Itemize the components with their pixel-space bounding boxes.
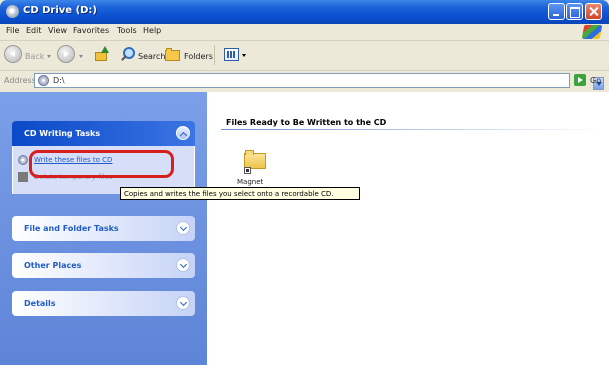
menu-bar: File Edit View Favorites Tools Help — [0, 24, 609, 41]
cd-writing-tasks-header[interactable]: CD Writing Tasks — [12, 121, 195, 146]
forward-arrow-icon[interactable] — [57, 45, 75, 63]
menu-favorites[interactable]: Favorites — [73, 26, 109, 35]
cd-drive-icon — [38, 75, 49, 86]
menu-help[interactable]: Help — [143, 26, 161, 35]
pending-write-icon — [244, 167, 251, 174]
menu-view[interactable]: View — [48, 26, 67, 35]
tooltip: Copies and writes the files you select o… — [120, 187, 360, 200]
back-dropdown-icon[interactable] — [47, 55, 51, 58]
expand-chevron-icon[interactable] — [176, 258, 190, 272]
highlight-annotation — [29, 150, 174, 178]
file-folder-tasks-header[interactable]: File and Folder Tasks — [12, 216, 195, 241]
title-bar[interactable]: CD Drive (D:) — [0, 0, 609, 24]
minimize-button[interactable] — [548, 3, 565, 20]
other-places-header[interactable]: Other Places — [12, 253, 195, 278]
menu-edit[interactable]: Edit — [26, 26, 42, 35]
folder-icon[interactable] — [244, 149, 266, 169]
go-button-label[interactable]: Go — [590, 76, 601, 85]
explorer-window: CD Drive (D:) File Edit View Favorites T… — [0, 0, 609, 365]
folders-icon[interactable] — [165, 47, 181, 61]
windows-logo-icon — [581, 25, 603, 39]
window-title: CD Drive (D:) — [23, 5, 98, 16]
views-icon[interactable] — [224, 48, 239, 61]
up-folder-icon[interactable] — [95, 46, 109, 61]
expand-chevron-icon[interactable] — [176, 221, 190, 235]
collapse-chevron-icon[interactable] — [176, 126, 190, 140]
folders-button-label[interactable]: Folders — [184, 52, 213, 61]
details-title: Details — [24, 299, 56, 308]
address-bar: Address D:\ Go — [0, 71, 609, 91]
menu-file[interactable]: File — [6, 26, 19, 35]
file-list-pane[interactable]: Files Ready to Be Written to the CD Magn… — [207, 92, 609, 365]
search-icon[interactable] — [119, 47, 135, 61]
file-name[interactable]: Magnet — [237, 178, 263, 186]
views-dropdown-icon[interactable] — [242, 54, 246, 57]
group-header: Files Ready to Be Written to the CD — [226, 118, 387, 127]
file-folder-tasks-title: File and Folder Tasks — [24, 224, 119, 233]
toolbar-separator — [214, 45, 215, 65]
toolbar: Back Search Folders — [0, 41, 609, 71]
expand-chevron-icon[interactable] — [176, 296, 190, 310]
cd-writing-tasks-title: CD Writing Tasks — [24, 129, 101, 138]
cd-drive-icon — [6, 5, 19, 18]
address-field[interactable]: D:\ — [34, 73, 604, 90]
task-pane: CD Writing Tasks Write these files to CD… — [0, 92, 207, 365]
menu-tools[interactable]: Tools — [117, 26, 137, 35]
delete-temp-files-icon — [18, 172, 28, 182]
maximize-button[interactable] — [566, 3, 583, 20]
back-arrow-icon[interactable] — [4, 45, 22, 63]
back-button-label[interactable]: Back — [25, 52, 44, 61]
close-button[interactable] — [585, 3, 602, 20]
details-header[interactable]: Details — [12, 291, 195, 316]
address-value[interactable]: D:\ — [53, 76, 65, 85]
forward-dropdown-icon[interactable] — [79, 55, 83, 58]
address-label: Address — [4, 76, 36, 85]
search-button-label[interactable]: Search — [138, 52, 165, 61]
write-cd-icon — [18, 155, 28, 165]
other-places-title: Other Places — [24, 261, 82, 270]
go-arrow-icon[interactable] — [574, 74, 586, 86]
group-divider — [221, 129, 607, 130]
